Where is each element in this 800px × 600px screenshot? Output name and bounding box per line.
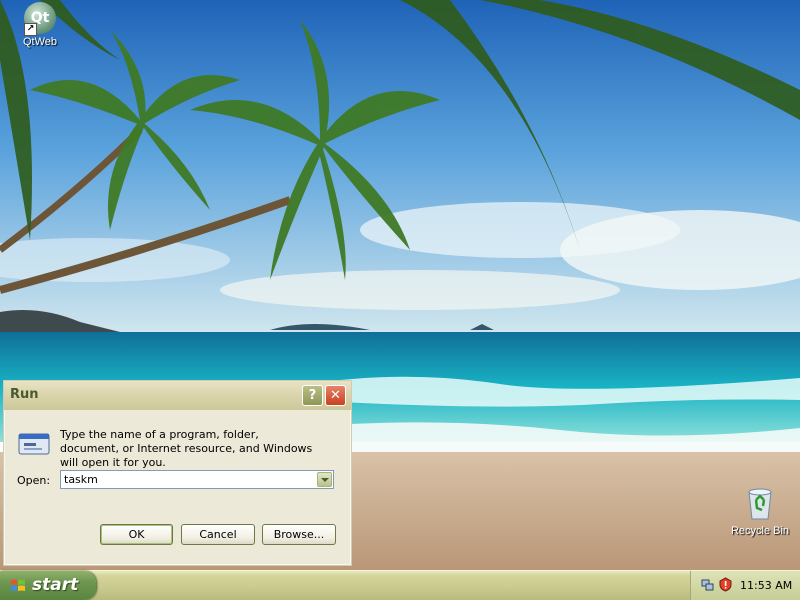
recycle-bin-icon — [748, 488, 772, 520]
desktop-icon-label: Recycle Bin — [730, 525, 790, 537]
system-tray: 11:53 AM — [690, 571, 800, 600]
desktop-icon-qtweb[interactable]: Qt ↗ QtWeb — [5, 2, 75, 48]
dialog-title: Run — [10, 387, 39, 402]
security-alert-icon[interactable] — [718, 577, 733, 592]
qtweb-icon: Qt ↗ — [24, 2, 56, 36]
dialog-titlebar[interactable]: Run ? ✕ — [4, 381, 351, 410]
start-label: start — [32, 575, 79, 595]
cancel-button[interactable]: Cancel — [181, 524, 255, 545]
browse-button[interactable]: Browse... — [262, 524, 336, 545]
network-icon[interactable] — [700, 577, 715, 592]
clock[interactable]: 11:53 AM — [740, 579, 792, 592]
desktop-icon-label: QtWeb — [22, 36, 58, 48]
run-dialog: Run ? ✕ Type the name of a program, fold… — [3, 380, 352, 566]
taskbar: start 11:53 AM — [0, 570, 800, 600]
close-button[interactable]: ✕ — [325, 385, 346, 406]
windows-logo-icon — [11, 579, 25, 591]
help-button[interactable]: ? — [302, 385, 323, 406]
shortcut-arrow-icon: ↗ — [24, 23, 37, 36]
combo-dropdown-button[interactable] — [317, 472, 332, 487]
desktop-icon-recycle-bin[interactable]: Recycle Bin — [725, 486, 795, 537]
dialog-description: Type the name of a program, folder, docu… — [60, 428, 313, 469]
open-combobox[interactable] — [60, 470, 334, 489]
open-input[interactable] — [64, 472, 314, 487]
start-button[interactable]: start — [0, 571, 96, 600]
ok-button[interactable]: OK — [100, 524, 173, 545]
run-icon — [18, 433, 50, 455]
open-label: Open: — [17, 474, 51, 487]
